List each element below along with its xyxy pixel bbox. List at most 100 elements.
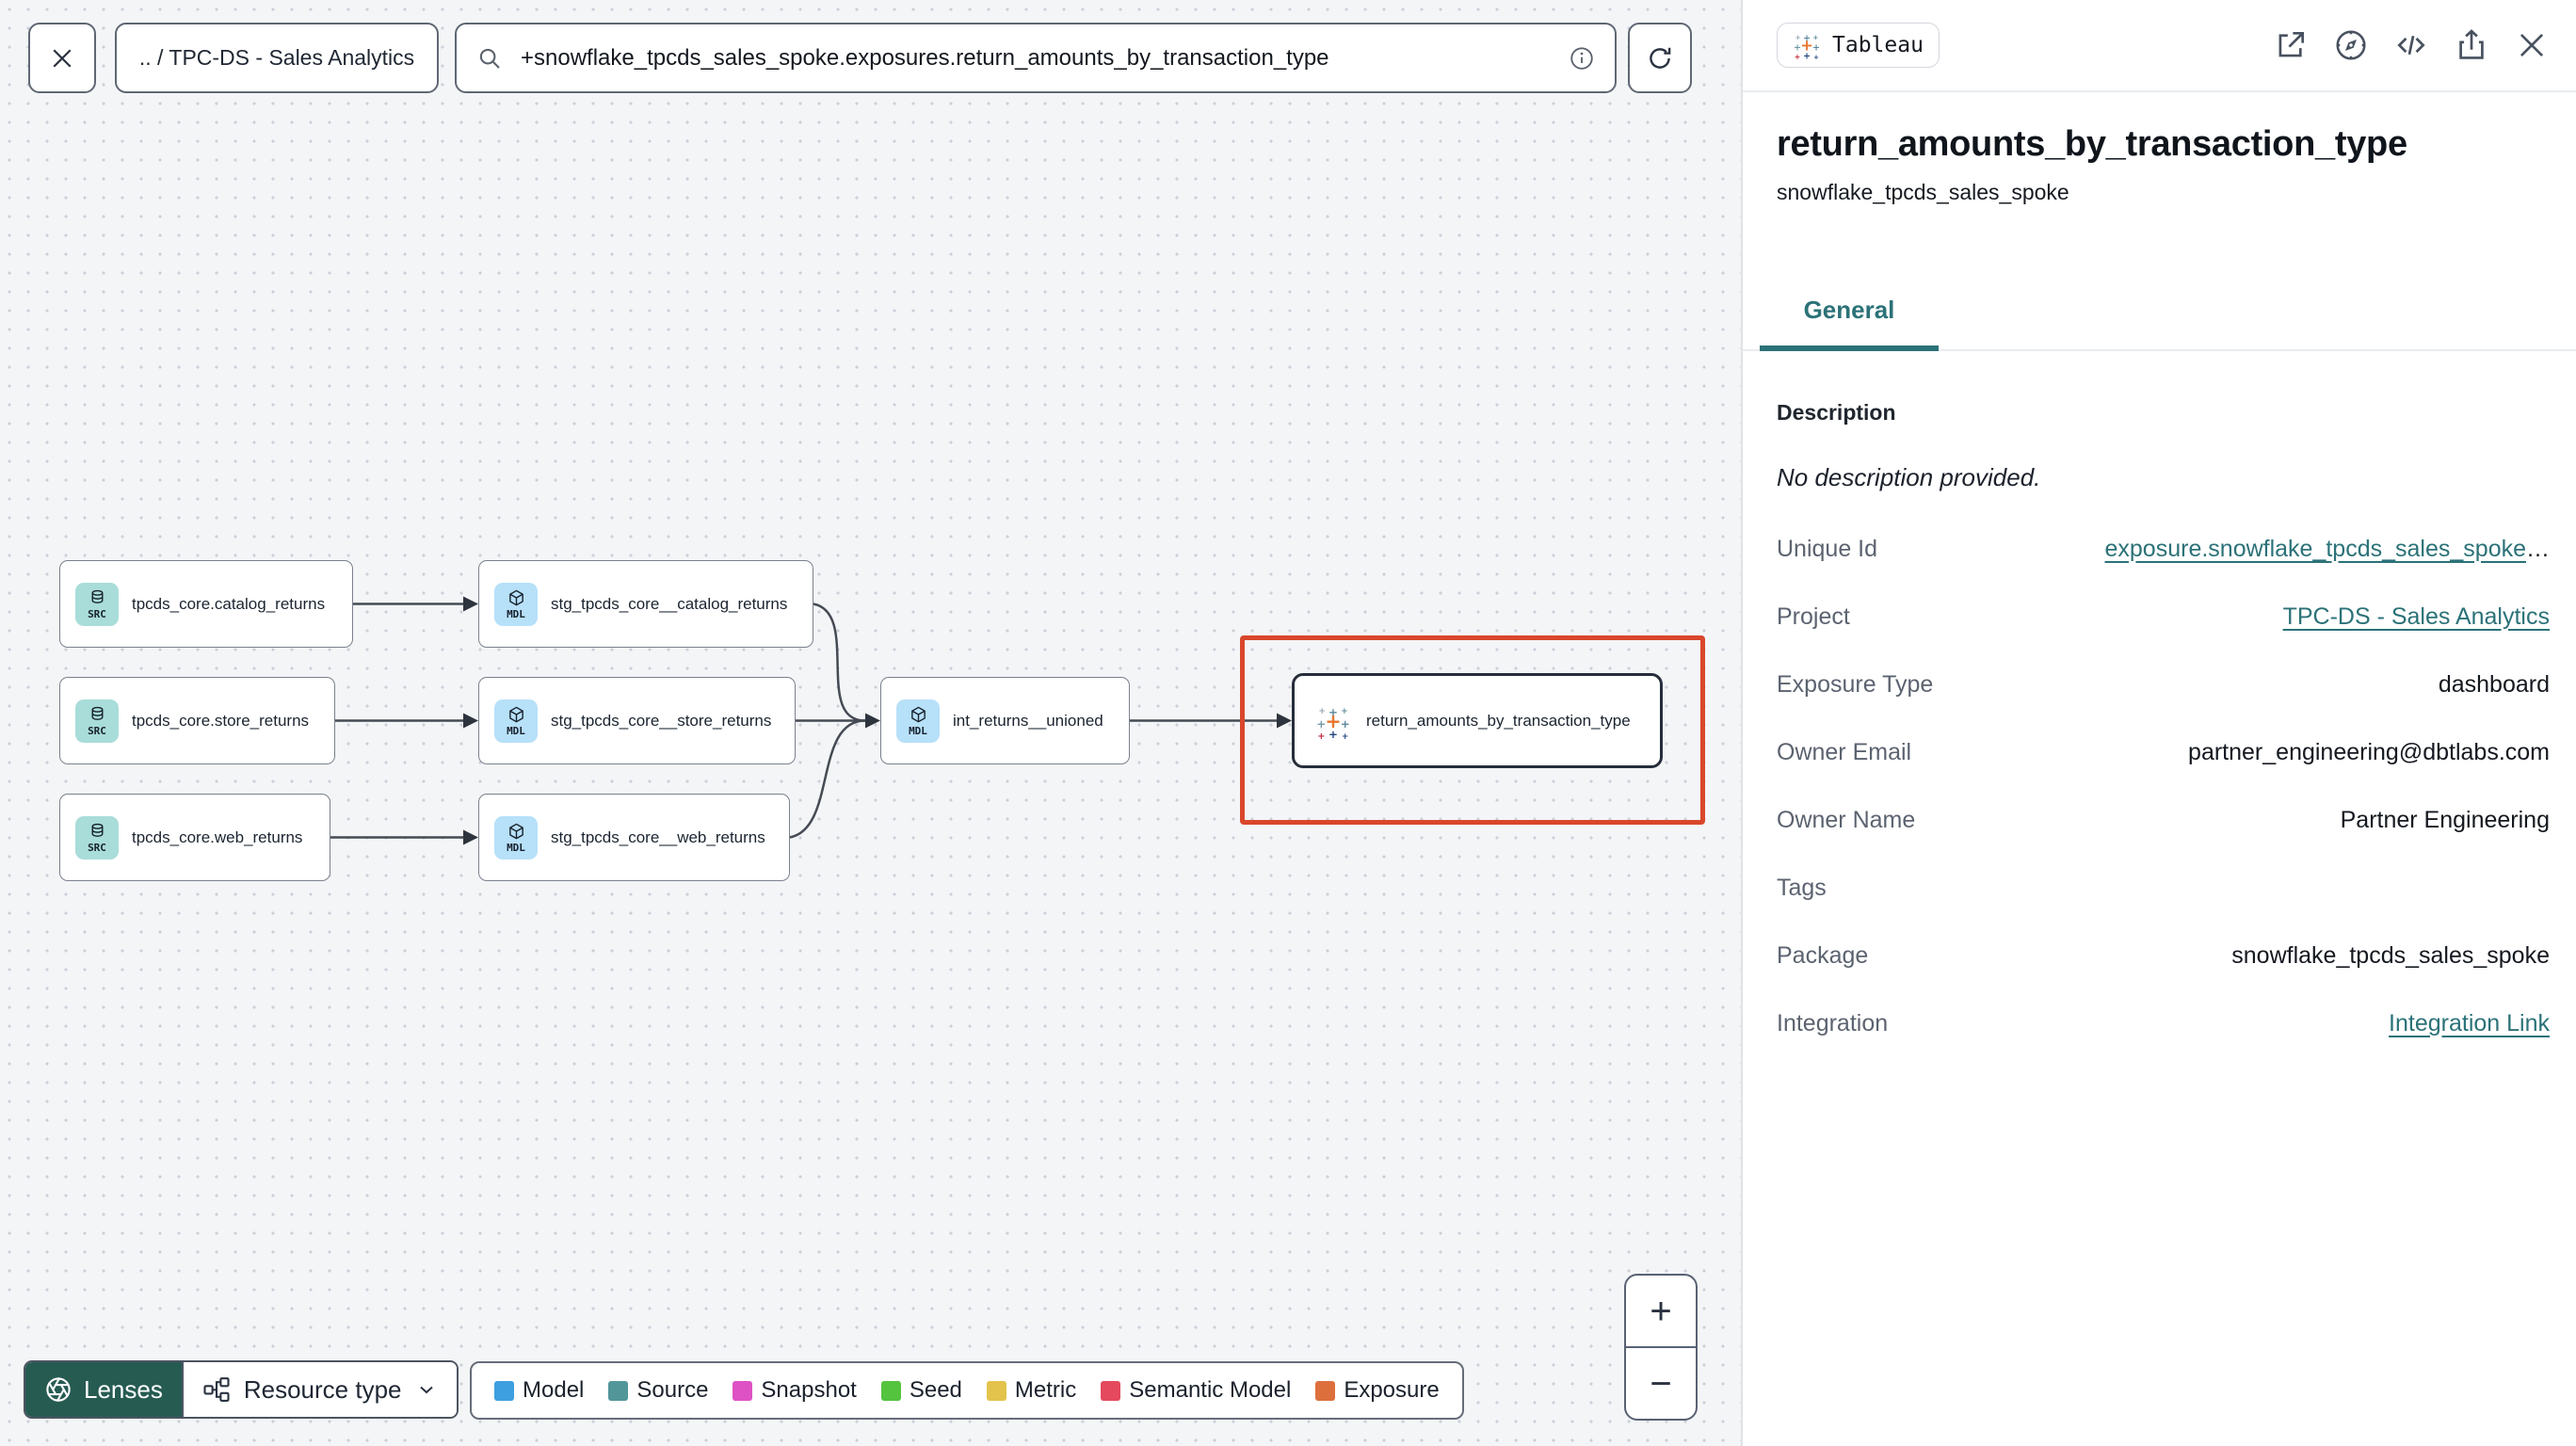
close-icon <box>53 48 72 68</box>
close-lineage-button[interactable] <box>28 23 96 93</box>
detail-field-row: Exposure Type dashboard <box>1777 651 2550 718</box>
field-value-link[interactable]: exposure.snowflake_tpcds_sales_spoke <box>2105 536 2527 562</box>
node-label: tpcds_core.catalog_returns <box>132 594 326 613</box>
legend-label: Exposure <box>1344 1377 1440 1403</box>
field-value-link[interactable]: Integration Link <box>2389 1010 2550 1036</box>
refresh-lineage-button[interactable] <box>1628 23 1692 93</box>
selection-highlight-box <box>1240 635 1705 825</box>
breadcrumb[interactable]: .. / TPC-DS - Sales Analytics <box>115 23 439 93</box>
field-label: Tags <box>1777 874 1827 901</box>
node-label: stg_tpcds_core__store_returns <box>551 711 772 730</box>
legend-swatch <box>494 1380 514 1401</box>
truncation-ellipsis: … <box>2526 535 2550 562</box>
tab-general[interactable]: General <box>1760 296 1939 351</box>
database-icon: SRC <box>75 699 119 743</box>
detail-field-row: Integration Integration Link <box>1777 989 2550 1057</box>
field-value: partner_engineering@dbtlabs.com <box>2188 738 2550 765</box>
legend-item: Semantic Model <box>1101 1377 1291 1404</box>
legend-label: Metric <box>1014 1377 1077 1403</box>
svg-text:+: + <box>1813 54 1819 59</box>
field-label: Unique Id <box>1777 535 1878 562</box>
chevron-down-icon <box>419 1386 433 1394</box>
database-icon: SRC <box>75 582 119 626</box>
cube-icon: MDL <box>896 699 940 743</box>
legend-swatch <box>733 1380 753 1401</box>
zoom-in-button[interactable]: + <box>1626 1276 1696 1348</box>
field-label: Owner Name <box>1777 806 1916 833</box>
graph-node-stg_web[interactable]: MDL stg_tpcds_core__web_returns <box>478 794 790 881</box>
graph-node-stg_catalog[interactable]: MDL stg_tpcds_core__catalog_returns <box>478 560 813 648</box>
details-panel: + + + + + + + + + Tableau return_amounts… <box>1741 0 2576 1446</box>
legend-swatch <box>1101 1380 1121 1401</box>
compass-icon[interactable] <box>2333 27 2369 63</box>
legend-label: Model <box>523 1377 585 1403</box>
code-icon[interactable] <box>2393 27 2429 63</box>
legend-swatch <box>880 1380 901 1401</box>
legend: Model Source Snapshot Seed Metric Semant… <box>470 1361 1464 1420</box>
lineage-search[interactable] <box>455 23 1617 93</box>
legend-item: Seed <box>880 1377 962 1404</box>
node-label: stg_tpcds_core__catalog_returns <box>551 594 788 613</box>
lens-controls: Lenses Resource type <box>24 1360 459 1419</box>
legend-label: Seed <box>909 1377 962 1403</box>
detail-fields: Unique Id exposure.snowflake_tpcds_sales… <box>1777 515 2550 1057</box>
share-icon[interactable] <box>2454 27 2489 63</box>
graph-node-src_catalog[interactable]: SRC tpcds_core.catalog_returns <box>59 560 353 648</box>
resource-package-subtitle: snowflake_tpcds_sales_spoke <box>1777 180 2069 204</box>
field-label: Project <box>1777 602 1850 630</box>
legend-label: Snapshot <box>761 1377 857 1403</box>
field-label: Owner Email <box>1777 738 1912 765</box>
node-label: tpcds_core.store_returns <box>132 711 310 730</box>
field-value: Integration Link <box>2389 1010 2550 1037</box>
svg-text:+: + <box>1800 37 1813 55</box>
detail-field-row: Unique Id exposure.snowflake_tpcds_sales… <box>1777 515 2550 583</box>
legend-label: Semantic Model <box>1129 1377 1292 1403</box>
detail-field-row: Tags <box>1777 854 2550 922</box>
field-label: Package <box>1777 941 1869 969</box>
legend-item: Snapshot <box>733 1377 857 1404</box>
tableau-badge-label: Tableau <box>1832 33 1924 57</box>
svg-text:+: + <box>1812 43 1820 54</box>
resource-type-icon <box>203 1377 230 1402</box>
lenses-aperture-icon <box>46 1377 71 1402</box>
resource-type-dropdown[interactable]: Resource type <box>181 1362 457 1417</box>
database-icon: SRC <box>75 815 119 860</box>
legend-swatch <box>986 1380 1006 1401</box>
lenses-label: Lenses <box>84 1374 163 1404</box>
close-panel-icon[interactable] <box>2514 27 2550 63</box>
description-value: No description provided. <box>1777 463 2041 491</box>
field-value: snowflake_tpcds_sales_spoke <box>2231 941 2550 969</box>
graph-node-src_store[interactable]: SRC tpcds_core.store_returns <box>59 677 335 764</box>
field-label: Exposure Type <box>1777 670 1934 698</box>
refresh-icon <box>1650 47 1671 69</box>
cube-icon: MDL <box>494 582 538 626</box>
legend-item: Exposure <box>1315 1377 1440 1404</box>
svg-text:+: + <box>1795 53 1800 59</box>
detail-field-row: Project TPC-DS - Sales Analytics <box>1777 583 2550 651</box>
resource-title: return_amounts_by_transaction_type <box>1777 124 2407 164</box>
resource-type-label: Resource type <box>243 1374 402 1404</box>
zoom-controls: + − <box>1624 1274 1698 1421</box>
info-icon[interactable] <box>1568 44 1596 72</box>
cube-icon: MDL <box>494 699 538 743</box>
field-label: Integration <box>1777 1009 1889 1036</box>
search-icon <box>479 48 500 69</box>
graph-node-int_unioned[interactable]: MDL int_returns__unioned <box>880 677 1130 764</box>
description-label: Description <box>1777 400 1896 425</box>
field-value-link[interactable]: TPC-DS - Sales Analytics <box>2283 603 2550 630</box>
lineage-canvas[interactable]: SRC tpcds_core.catalog_returns SRC tpcds… <box>0 0 1741 1446</box>
legend-item: Source <box>608 1377 708 1404</box>
node-label: stg_tpcds_core__web_returns <box>551 827 765 846</box>
legend-label: Source <box>636 1377 709 1403</box>
tableau-badge: + + + + + + + + + Tableau <box>1777 23 1940 68</box>
tableau-logo-icon: + + + + + + + + + <box>1793 31 1821 59</box>
open-external-icon[interactable] <box>2273 27 2309 63</box>
field-value: dashboard <box>2438 670 2550 698</box>
field-value: TPC-DS - Sales Analytics <box>2283 603 2550 631</box>
legend-swatch <box>1315 1380 1336 1401</box>
search-input[interactable] <box>519 43 1553 72</box>
lenses-button[interactable]: Lenses <box>25 1362 182 1417</box>
graph-node-src_web[interactable]: SRC tpcds_core.web_returns <box>59 794 330 881</box>
graph-node-stg_store[interactable]: MDL stg_tpcds_core__store_returns <box>478 677 796 764</box>
zoom-out-button[interactable]: − <box>1626 1348 1696 1419</box>
